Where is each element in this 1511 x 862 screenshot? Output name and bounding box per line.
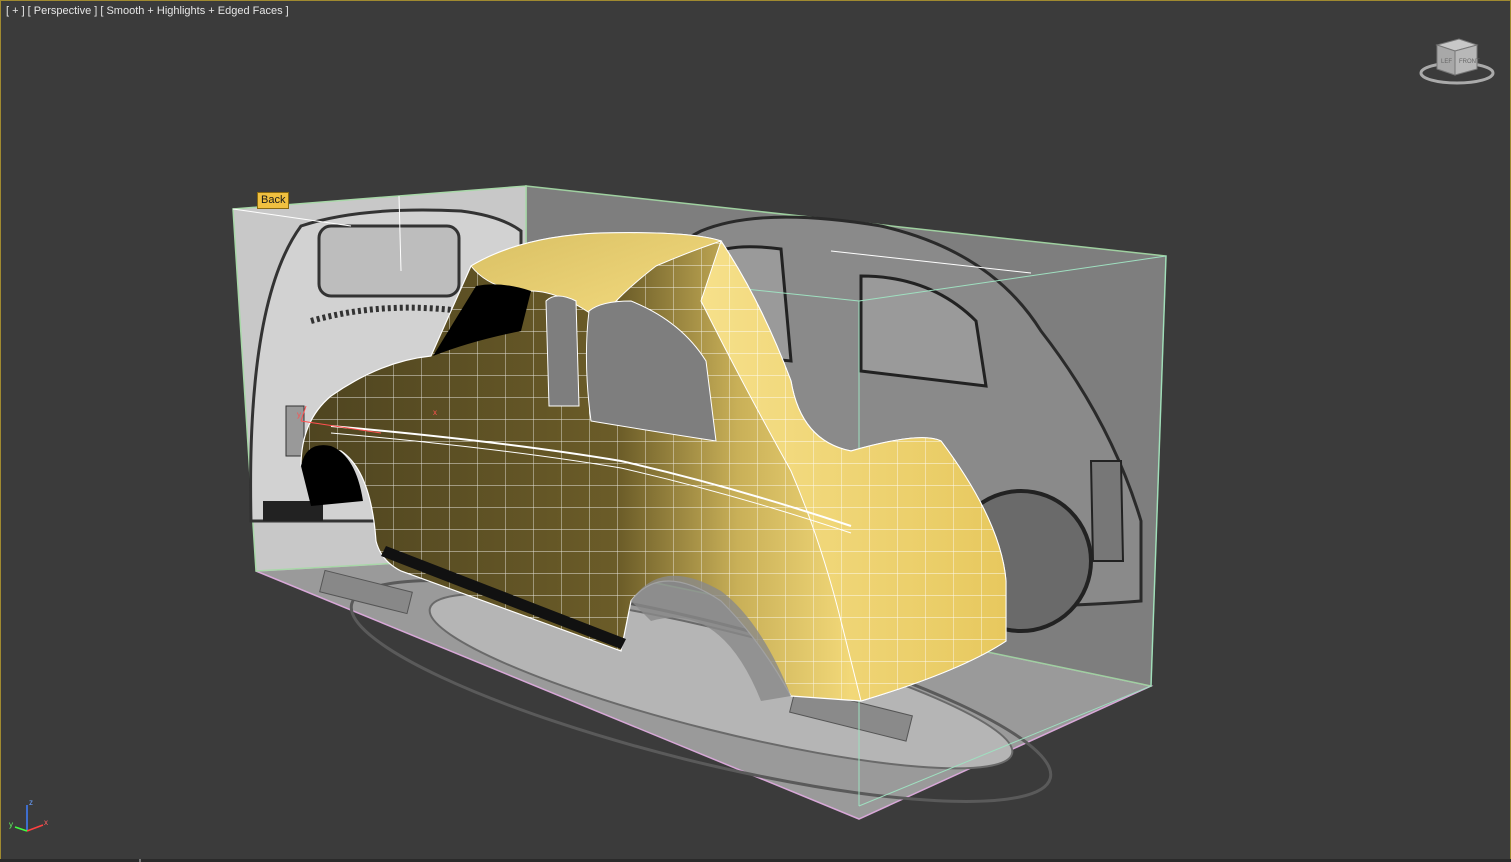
svg-text:LEF: LEF [1441,59,1452,65]
back-plane-label[interactable]: Back [257,192,290,209]
viewcube-icon[interactable]: LEF FRONT [1419,37,1495,87]
perspective-viewport[interactable]: [ + ] [ Perspective ] [ Smooth + Highlig… [0,0,1511,860]
svg-text:y: y [297,410,301,419]
svg-text:x: x [433,408,437,417]
axis-x-label: x [44,818,48,827]
axis-z-label: z [29,798,33,807]
axis-y-label: y [9,820,13,829]
svg-text:FRONT: FRONT [1459,59,1480,65]
scene-canvas[interactable]: y x [1,1,1510,859]
axis-tripod-icon: z x y [9,798,48,832]
